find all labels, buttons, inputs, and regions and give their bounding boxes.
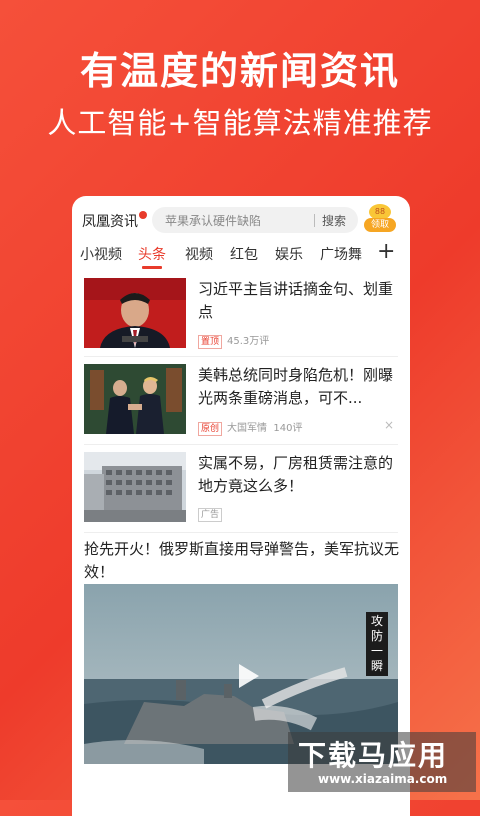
watermark-text: 下载马应用 — [298, 739, 449, 772]
news-source: 大国军情 — [227, 423, 268, 434]
divider — [84, 356, 398, 357]
news-item[interactable]: 习近平主旨讲话摘金句、划重点 置顶 45.3万评 — [72, 276, 410, 356]
coin-label: 领取 — [364, 218, 396, 232]
search-input[interactable]: 苹果承认硬件缺陷 — [165, 212, 261, 229]
tab-headlines[interactable]: 头条 — [138, 244, 166, 264]
search-bar[interactable]: 苹果承认硬件缺陷 搜索 — [152, 207, 358, 233]
tab-square-dance[interactable]: 广场舞 — [320, 244, 362, 264]
tab-red-packet[interactable]: 红包 — [230, 244, 258, 264]
video-caption: 攻防一瞬 — [366, 612, 388, 676]
news-title[interactable]: 实属不易，厂房租赁需注意的地方竟这么多！ — [198, 452, 396, 498]
add-channel-icon[interactable]: + — [377, 239, 395, 264]
news-thumbnail — [84, 452, 186, 522]
site-watermark: 下载马应用 www.xiazaima.com — [288, 732, 476, 792]
logo-dot-icon — [139, 211, 147, 219]
news-title[interactable]: 习近平主旨讲话摘金句、划重点 — [198, 278, 396, 324]
news-title[interactable]: 美韩总统同时身陷危机！刚曝光两条重磅消息，可不... — [198, 364, 396, 410]
search-button[interactable]: 搜索 — [322, 212, 346, 229]
comment-count: 45.3万评 — [227, 336, 270, 347]
search-divider — [314, 214, 315, 227]
news-meta: 置顶 45.3万评 — [198, 332, 269, 349]
app-screen: 凤凰资讯 苹果承认硬件缺陷 搜索 88 领取 小视频 头条 视频 红包 娱乐 广… — [72, 196, 410, 816]
hero-subtitle: 人工智能+智能算法精准推荐 — [47, 106, 433, 140]
pinned-tag: 置顶 — [198, 335, 223, 349]
coin-reward-button[interactable]: 88 领取 — [362, 204, 400, 238]
close-icon[interactable]: × — [384, 418, 394, 432]
divider — [84, 532, 398, 533]
tab-video[interactable]: 视频 — [185, 244, 213, 264]
watermark-url: www.xiazaima.com — [318, 772, 448, 786]
video-news-title[interactable]: 抢先开火！俄罗斯直接用导弹警告，美军抗议无效！ — [84, 538, 400, 584]
ad-tag: 广告 — [198, 508, 223, 522]
tab-entertainment[interactable]: 娱乐 — [275, 244, 303, 264]
news-item[interactable]: 美韩总统同时身陷危机！刚曝光两条重磅消息，可不... 原创 大国军情 140评 × — [72, 362, 410, 440]
app-logo: 凤凰资讯 — [82, 211, 147, 231]
tab-short-video[interactable]: 小视频 — [80, 244, 122, 264]
comment-count: 140评 — [273, 423, 303, 434]
news-item[interactable]: 实属不易，厂房租赁需注意的地方竟这么多！ 广告 — [72, 450, 410, 530]
original-tag: 原创 — [198, 422, 223, 436]
hero-title: 有温度的新闻资讯 — [79, 49, 400, 93]
news-thumbnail — [84, 278, 186, 348]
channel-tabs: 小视频 头条 视频 红包 娱乐 广场舞 + — [72, 239, 410, 274]
play-icon[interactable] — [239, 664, 259, 688]
news-meta: 广告 — [198, 508, 227, 522]
top-bar: 凤凰资讯 苹果承认硬件缺陷 搜索 88 领取 — [72, 196, 410, 242]
news-thumbnail — [84, 364, 186, 434]
active-tab-indicator — [142, 266, 162, 269]
divider — [84, 444, 398, 445]
news-meta: 原创 大国军情 140评 — [198, 419, 302, 436]
